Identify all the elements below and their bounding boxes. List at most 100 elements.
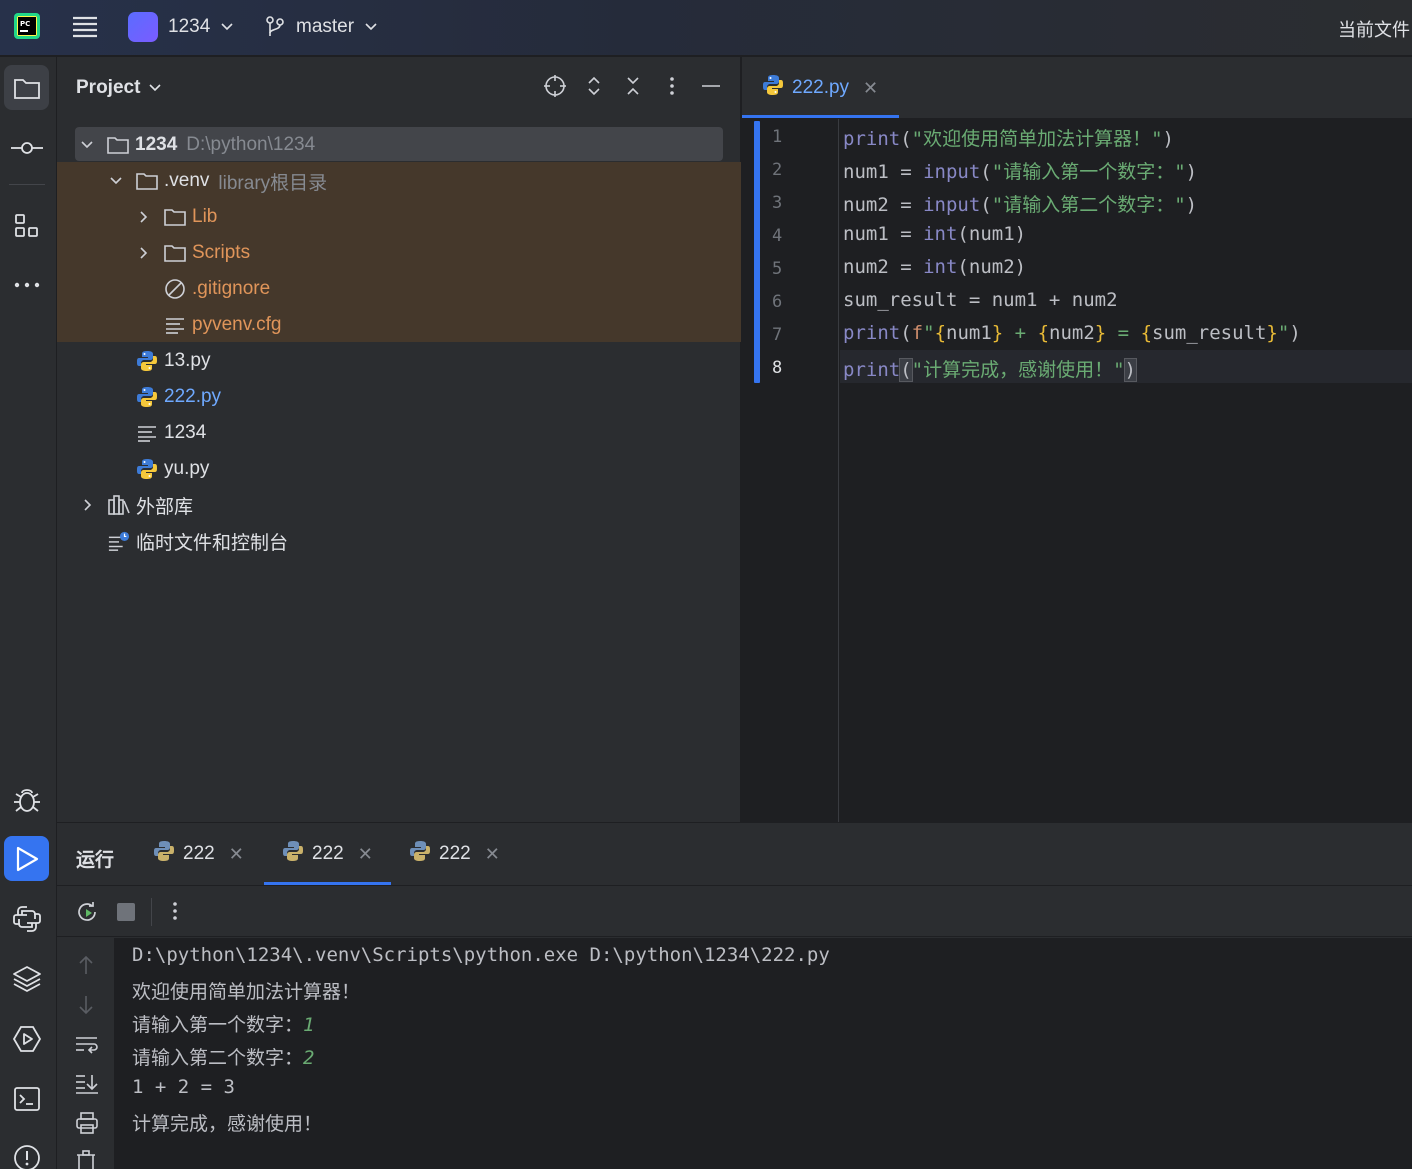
close-icon[interactable]: ✕ <box>229 844 244 865</box>
run-tab[interactable]: 222 ✕ <box>409 823 500 885</box>
run-panel-title: 运行 <box>76 850 115 871</box>
code-token: { <box>934 322 947 344</box>
print-icon[interactable] <box>75 1112 99 1140</box>
run-tab[interactable]: 222 ✕ <box>153 823 244 885</box>
options-vertical-icon[interactable] <box>661 75 683 97</box>
code-token: ( <box>980 194 992 216</box>
code-token: num2 <box>843 256 889 278</box>
tree-item-label: Lib <box>192 206 218 227</box>
tree-item-gitignore[interactable]: .gitignore <box>57 271 741 307</box>
code-line[interactable]: num1 = int(num1) <box>843 223 1026 245</box>
root-folder-name: 1234 <box>135 134 178 155</box>
close-icon[interactable]: ✕ <box>485 844 500 865</box>
console-side-toolbar <box>57 938 114 1169</box>
code-token: ) <box>1162 128 1174 150</box>
tree-item-scratches-and-consoles[interactable]: 临时文件和控制台 <box>57 523 741 559</box>
tree-item-label: 13.py <box>164 350 211 371</box>
chevron-down-icon[interactable] <box>79 140 95 150</box>
close-icon[interactable]: ✕ <box>358 844 373 865</box>
rerun-icon[interactable] <box>75 900 99 930</box>
chevron-right-icon[interactable] <box>80 498 96 512</box>
locate-file-icon[interactable] <box>544 75 566 97</box>
problems-tool-button[interactable] <box>4 1135 49 1169</box>
scratches-icon <box>108 530 130 552</box>
console-output[interactable]: D:\python\1234\.venv\Scripts\python.exe … <box>114 938 1412 1169</box>
stop-icon[interactable] <box>117 903 135 921</box>
run-toolbar <box>57 885 1412 937</box>
problems-icon <box>13 1144 40 1169</box>
pycharm-logo-icon[interactable]: PC <box>14 13 40 39</box>
soft-wrap-icon[interactable] <box>75 1034 99 1062</box>
tree-item-13-py[interactable]: 13.py <box>57 343 741 379</box>
project-tool-button[interactable] <box>4 65 49 110</box>
tree-item-scripts[interactable]: Scripts <box>57 235 741 271</box>
tree-item-label: Scripts <box>192 242 251 263</box>
expand-all-icon[interactable] <box>583 75 605 97</box>
console-line: 请输入第一个数字：1 <box>132 1010 314 1037</box>
code-token: = <box>1106 322 1141 344</box>
ignored-file-icon <box>164 278 186 300</box>
debug-tool-button[interactable] <box>4 777 49 822</box>
clear-all-icon[interactable] <box>75 1150 97 1169</box>
branch-name: master <box>296 16 355 37</box>
code-line[interactable]: print(f"{num1} + {num2} = {sum_result}") <box>843 322 1301 344</box>
chevron-down-icon <box>221 23 233 31</box>
code-token: { <box>1037 322 1050 344</box>
tree-item-venv[interactable]: .venv library根目录 <box>57 163 741 199</box>
console-line: 1 + 2 = 3 <box>132 1076 235 1098</box>
project-switcher[interactable]: 1234 <box>128 11 234 43</box>
tree-item-lib[interactable]: Lib <box>57 199 741 235</box>
project-name: 1234 <box>168 16 211 37</box>
code-line[interactable]: print("欢迎使用简单加法计算器！") <box>843 124 1174 151</box>
structure-tool-button[interactable] <box>4 203 49 248</box>
code-token: ) <box>1289 322 1301 344</box>
project-view-selector[interactable]: Project <box>76 77 162 99</box>
line-number: 2 <box>772 160 783 180</box>
console-line: 欢迎使用简单加法计算器！ <box>132 981 361 1003</box>
python-console-tool-button[interactable] <box>4 896 49 941</box>
scroll-up-icon[interactable] <box>75 954 97 982</box>
editor-tab-222-py[interactable]: 222.py ✕ <box>742 57 899 119</box>
tree-item-yu-py[interactable]: yu.py <box>57 451 741 487</box>
code-line[interactable]: num2 = int(num2) <box>843 256 1026 278</box>
more-tools-button[interactable] <box>4 262 49 307</box>
tree-item-root[interactable]: 1234 D:\python\1234 <box>57 127 741 163</box>
close-icon[interactable]: ✕ <box>863 78 878 99</box>
chevron-right-icon[interactable] <box>136 246 152 260</box>
tree-item-1234-file[interactable]: 1234 <box>57 415 741 451</box>
code-line[interactable]: sum_result = num1 + num2 <box>843 289 1118 311</box>
code-token: num1 <box>843 161 889 183</box>
project-toolbar <box>544 75 722 97</box>
python-file-icon <box>409 840 431 868</box>
code-line[interactable]: num1 = input("请输入第一个数字：") <box>843 157 1197 184</box>
code-token: ) <box>1185 161 1198 183</box>
options-vertical-icon[interactable] <box>172 900 178 928</box>
chevron-right-icon[interactable] <box>136 210 152 224</box>
main-menu-icon[interactable] <box>70 14 100 40</box>
code-line-current[interactable]: print("计算完成，感谢使用！") <box>843 355 1138 382</box>
services-tool-button[interactable] <box>4 1016 49 1061</box>
tree-item-pyvenv-cfg[interactable]: pyvenv.cfg <box>57 307 741 343</box>
tree-item-222-py[interactable]: 222.py <box>57 379 741 415</box>
scroll-down-icon[interactable] <box>75 994 97 1022</box>
stripe-divider <box>9 184 45 185</box>
tree-item-external-libraries[interactable]: 外部库 <box>57 487 741 523</box>
run-tool-button[interactable] <box>4 836 49 881</box>
code-line[interactable]: num2 = input("请输入第二个数字：") <box>843 190 1197 217</box>
python-packages-tool-button[interactable] <box>4 956 49 1001</box>
scroll-to-end-icon[interactable] <box>75 1073 99 1101</box>
vcs-branch-switcher[interactable]: master <box>264 11 378 43</box>
hide-panel-icon[interactable] <box>700 75 722 97</box>
code-token: "请输入第二个数字：" <box>991 194 1186 216</box>
root-folder-path: D:\python\1234 <box>186 134 316 155</box>
commit-tool-button[interactable] <box>4 125 49 170</box>
services-icon <box>12 1025 41 1052</box>
run-tab-active[interactable]: 222 ✕ <box>282 823 373 885</box>
chevron-down-icon[interactable] <box>108 176 124 186</box>
terminal-tool-button[interactable] <box>4 1076 49 1121</box>
code-token: ( <box>980 161 992 183</box>
bug-icon <box>13 788 40 812</box>
run-configuration-selector[interactable]: 当前文件 <box>1338 16 1410 42</box>
code-token: num1 <box>843 223 889 245</box>
collapse-all-icon[interactable] <box>622 75 644 97</box>
